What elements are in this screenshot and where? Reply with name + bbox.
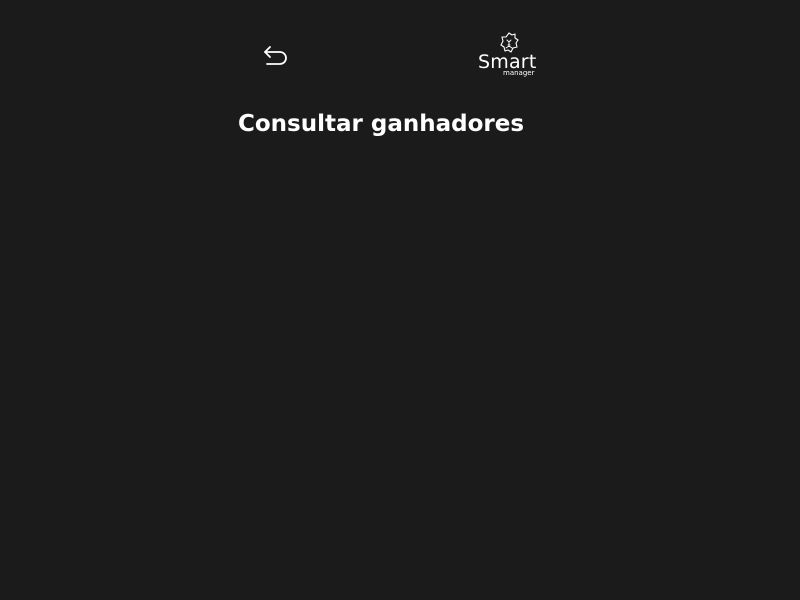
logo-subtitle: manager (503, 69, 535, 77)
back-arrow-icon (263, 45, 289, 67)
smart-manager-logo: Smart manager (476, 32, 542, 78)
page-title: Consultar ganhadores (238, 111, 525, 137)
back-button[interactable] (261, 42, 291, 70)
